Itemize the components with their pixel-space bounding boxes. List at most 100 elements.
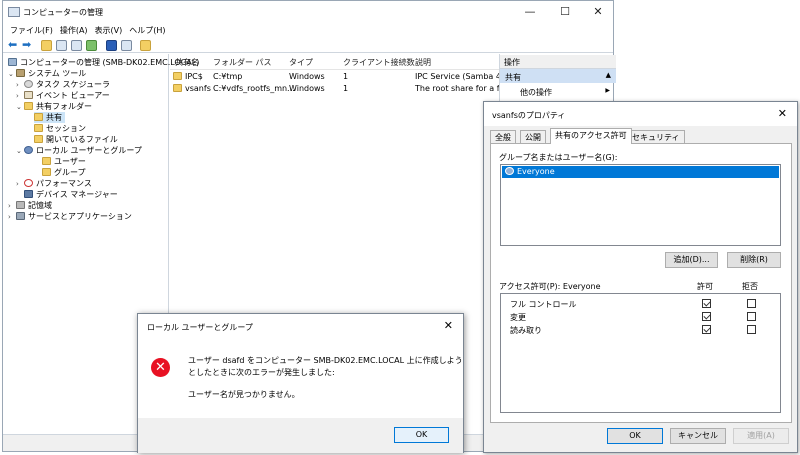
refresh-icon[interactable] bbox=[86, 40, 97, 51]
tree-item-device-manager[interactable]: デバイス マネージャー bbox=[24, 189, 118, 200]
computer-icon bbox=[8, 58, 17, 66]
table-row[interactable]: IPC$ C:¥tmp Windows 1 IPC Service (Samba 4.1… bbox=[173, 71, 500, 83]
add-button[interactable]: 追加(D)... bbox=[665, 252, 718, 268]
error-dialog-footer: OK bbox=[138, 418, 463, 453]
close-button[interactable]: ✕ bbox=[581, 1, 615, 23]
share-name-cell: IPC$ bbox=[185, 72, 203, 81]
permissions-list: フル コントロール 変更 読み取り bbox=[500, 293, 781, 413]
share-permissions-panel: グループ名またはユーザー名(G): Everyone 追加(D)... 削除(R… bbox=[490, 143, 792, 423]
more-actions-label: 他の操作 bbox=[520, 88, 552, 97]
help-icon[interactable] bbox=[106, 40, 117, 51]
error-icon: ✕ bbox=[151, 358, 170, 377]
deny-checkbox[interactable] bbox=[747, 312, 756, 321]
tree-item-users[interactable]: ユーザー bbox=[42, 156, 86, 167]
expand-chevron-icon[interactable]: ⌄ bbox=[16, 102, 24, 113]
computer-management-icon bbox=[8, 7, 20, 17]
deny-checkbox[interactable] bbox=[747, 325, 756, 334]
expand-chevron-icon[interactable]: › bbox=[8, 212, 16, 223]
folder-path-cell: C:¥vdfs_rootfs_mn... bbox=[213, 84, 295, 93]
column-folder-path[interactable]: フォルダー パス bbox=[213, 57, 272, 69]
action-more-actions[interactable]: 他の操作 ▶ bbox=[500, 84, 616, 98]
tree-item-event-viewer[interactable]: › イベント ビューアー bbox=[16, 90, 110, 101]
close-button[interactable]: ✕ bbox=[778, 107, 787, 120]
folder-icon bbox=[42, 157, 51, 165]
menu-view[interactable]: 表示(V) bbox=[95, 23, 123, 39]
column-description[interactable]: 説明 bbox=[415, 57, 431, 69]
permission-row: 読み取り bbox=[501, 323, 780, 336]
toolbar: ⬅ ➡ bbox=[3, 39, 613, 53]
shared-folder-icon bbox=[34, 135, 43, 143]
allow-checkbox[interactable] bbox=[702, 325, 711, 334]
tree-item-storage[interactable]: › 記憶域 bbox=[8, 200, 52, 211]
principals-list[interactable]: Everyone bbox=[500, 164, 781, 246]
menu-bar: ファイル(F) 操作(A) 表示(V) ヘルプ(H) bbox=[3, 23, 613, 39]
permission-name: 読み取り bbox=[510, 326, 542, 335]
menu-help[interactable]: ヘルプ(H) bbox=[129, 23, 165, 39]
allow-header: 許可 bbox=[697, 282, 713, 291]
column-type[interactable]: タイプ bbox=[289, 57, 313, 69]
tab-publish[interactable]: 公開 bbox=[520, 130, 546, 144]
up-folder-icon[interactable] bbox=[41, 40, 52, 51]
tree-item-services-apps[interactable]: › サービスとアプリケーション bbox=[8, 211, 132, 222]
window-title: コンピューターの管理 bbox=[23, 8, 103, 17]
maximize-button[interactable]: ☐ bbox=[548, 1, 582, 23]
device-manager-icon bbox=[24, 190, 33, 198]
new-share-icon[interactable] bbox=[140, 40, 151, 51]
forward-arrow-icon[interactable]: ➡ bbox=[22, 39, 33, 51]
actions-section-shares[interactable]: 共有 ▲ bbox=[500, 69, 616, 83]
description-cell: IPC Service (Samba 4.11.7) bbox=[415, 72, 500, 81]
apply-button[interactable]: 適用(A) bbox=[733, 428, 789, 444]
show-hide-tree-icon[interactable] bbox=[56, 40, 67, 51]
deny-checkbox[interactable] bbox=[747, 299, 756, 308]
description-cell: The root share for a file s bbox=[415, 84, 500, 93]
shared-folder-icon bbox=[173, 84, 182, 92]
error-dialog: ローカル ユーザーとグループ ✕ ✕ ユーザー dsafd をコンピューター S… bbox=[137, 313, 464, 453]
allow-checkbox[interactable] bbox=[702, 312, 711, 321]
tab-share-permissions[interactable]: 共有のアクセス許可 bbox=[550, 128, 632, 144]
properties-icon[interactable] bbox=[71, 40, 82, 51]
event-viewer-icon bbox=[24, 91, 33, 99]
expand-chevron-icon[interactable]: ⌄ bbox=[16, 146, 24, 157]
menu-file[interactable]: ファイル(F) bbox=[10, 23, 53, 39]
tree-item-task-scheduler[interactable]: › タスク スケジューラ bbox=[16, 79, 110, 90]
list-item[interactable]: Everyone bbox=[502, 166, 779, 178]
tree-item-system-tools[interactable]: ⌄ システム ツール bbox=[8, 68, 86, 79]
share-properties-dialog: vsanfsのプロパティ ✕ 全般 公開 共有のアクセス許可 セキュリティ グル… bbox=[483, 101, 798, 453]
expand-chevron-icon[interactable]: › bbox=[16, 179, 24, 190]
tree-item-groups[interactable]: グループ bbox=[42, 167, 86, 178]
tree-item-local-users-groups[interactable]: ⌄ ローカル ユーザーとグループ bbox=[16, 145, 142, 156]
menu-action[interactable]: 操作(A) bbox=[60, 23, 88, 39]
services-icon bbox=[16, 212, 25, 220]
tree-item-shared-folders[interactable]: ⌄ 共有フォルダー bbox=[16, 101, 92, 112]
header-divider bbox=[170, 69, 500, 70]
permission-name: 変更 bbox=[510, 313, 526, 322]
tree-item-open-files[interactable]: 開いているファイル bbox=[34, 134, 118, 145]
column-share-name[interactable]: 共有名 bbox=[175, 57, 199, 69]
tree-item-shares[interactable]: 共有 bbox=[34, 112, 65, 123]
column-client-connections[interactable]: クライアント接続数 bbox=[343, 57, 415, 69]
permission-row: 変更 bbox=[501, 310, 780, 323]
shared-folder-icon bbox=[24, 102, 33, 110]
allow-checkbox[interactable] bbox=[702, 299, 711, 308]
back-arrow-icon[interactable]: ⬅ bbox=[8, 39, 19, 51]
permissions-label: アクセス許可(P): Everyone bbox=[499, 282, 601, 291]
details-view-icon[interactable] bbox=[121, 40, 132, 51]
dialog-title-bar: vsanfsのプロパティ ✕ bbox=[484, 102, 797, 126]
expand-chevron-icon[interactable]: ⌄ bbox=[8, 69, 16, 80]
cancel-button[interactable]: キャンセル bbox=[670, 428, 726, 444]
ok-button[interactable]: OK bbox=[607, 428, 663, 444]
close-button[interactable]: ✕ bbox=[444, 319, 453, 332]
tree-item-performance[interactable]: › パフォーマンス bbox=[16, 178, 92, 189]
remove-button[interactable]: 削除(R) bbox=[727, 252, 781, 268]
tab-security[interactable]: セキュリティ bbox=[627, 130, 685, 144]
table-row[interactable]: vsanfs C:¥vdfs_rootfs_mn... Windows 1 The ro… bbox=[173, 83, 500, 95]
ok-button[interactable]: OK bbox=[394, 427, 449, 443]
minimize-button[interactable]: — bbox=[513, 1, 547, 23]
error-message-line2: としたときに次のエラーが発生しました: bbox=[188, 368, 335, 377]
users-icon bbox=[24, 146, 33, 154]
storage-icon bbox=[16, 201, 25, 209]
tree-item-sessions[interactable]: セッション bbox=[34, 123, 86, 134]
tab-general[interactable]: 全般 bbox=[490, 130, 516, 144]
actions-header: 操作 bbox=[500, 55, 616, 69]
collapse-arrow-icon[interactable]: ▲ bbox=[606, 71, 611, 79]
